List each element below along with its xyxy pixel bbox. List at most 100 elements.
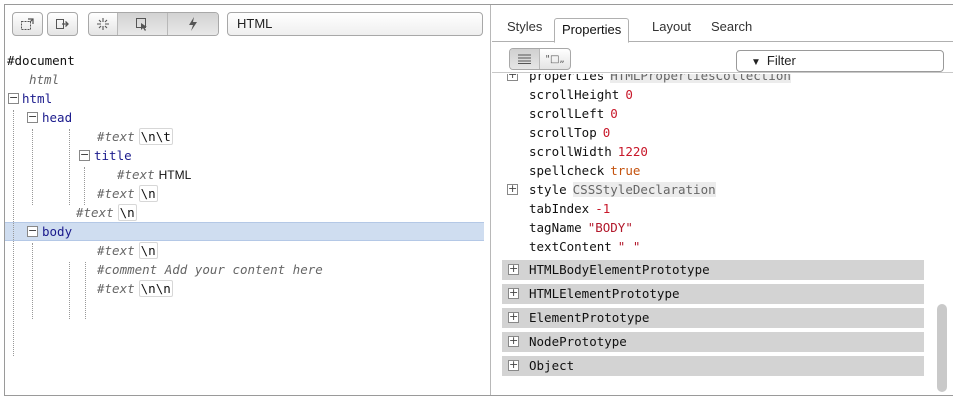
tab-layout[interactable]: Layout — [645, 16, 698, 42]
tree-node-text[interactable]: #text \n — [5, 184, 491, 203]
list-view-button[interactable] — [510, 49, 540, 69]
tree-guide-line — [32, 243, 33, 319]
expand-icon[interactable]: + — [507, 74, 518, 81]
web-inspector-window: HTML #document html − html − head #text \… — [4, 4, 953, 396]
property-row[interactable]: scrollLeft 0 — [492, 104, 932, 123]
property-name: scrollHeight — [529, 87, 620, 102]
tree-node-text[interactable]: #text \n\t — [5, 127, 491, 146]
property-row[interactable]: scrollTop 0 — [492, 123, 932, 142]
collapse-body-icon[interactable]: − — [27, 225, 38, 237]
expand-icon[interactable]: + — [508, 287, 519, 299]
tree-node-title[interactable]: − title — [5, 146, 491, 165]
tree-guide-line — [32, 129, 33, 205]
tree-node-text[interactable]: #text \n — [5, 241, 491, 260]
title-text-label: #text HTML — [117, 167, 192, 182]
prototype-row[interactable]: + NodePrototype — [502, 332, 924, 352]
view-mode-group: "□„ — [509, 48, 571, 70]
expand-icon[interactable]: + — [508, 359, 519, 371]
text-node-label: #text \n — [97, 185, 158, 202]
tree-node-body-selected[interactable]: − body — [5, 222, 484, 241]
property-name: properties — [529, 74, 605, 83]
tree-node-head[interactable]: − head — [5, 108, 491, 127]
tree-guide-line — [13, 110, 14, 356]
property-row[interactable]: + properties HTMLPropertiesCollection — [492, 74, 932, 85]
toolbar-divider — [5, 44, 491, 45]
title-text-value: HTML — [158, 168, 192, 182]
body-tag-label: body — [42, 224, 73, 239]
collapse-title-icon[interactable]: − — [79, 149, 90, 161]
property-row[interactable]: scrollWidth 1220 — [492, 142, 932, 161]
export-button[interactable] — [47, 12, 78, 36]
tree-node-text[interactable]: #text \n — [5, 203, 491, 222]
prototype-name: Object — [529, 358, 575, 373]
inspect-tool-group — [88, 12, 219, 36]
scrollbar-thumb[interactable] — [937, 304, 947, 392]
expand-icon[interactable]: + — [508, 263, 519, 275]
property-value: 1220 — [617, 144, 648, 159]
tab-search[interactable]: Search — [704, 16, 759, 42]
pointer-icon — [136, 17, 147, 31]
property-name: scrollLeft — [529, 106, 605, 121]
head-tag-label: head — [42, 110, 73, 125]
language-selector[interactable]: HTML — [227, 12, 483, 36]
property-row[interactable]: scrollHeight 0 — [492, 85, 932, 104]
property-row[interactable]: tagName "BODY" — [492, 218, 932, 237]
expand-icon[interactable]: + — [507, 183, 518, 195]
property-value: 0 — [610, 106, 618, 121]
property-row[interactable]: textContent " " — [492, 237, 932, 256]
doctype-label: html — [29, 72, 60, 87]
prototype-row[interactable]: + Object — [502, 356, 924, 376]
property-row[interactable]: tabIndex -1 — [492, 199, 932, 218]
expand-icon[interactable]: + — [508, 311, 519, 323]
text-node-value: \n — [138, 185, 158, 202]
properties-scrollbar[interactable] — [935, 74, 949, 395]
property-name: textContent — [529, 239, 612, 254]
property-row[interactable]: + style CSSStyleDeclaration — [492, 180, 932, 199]
property-value: HTMLPropertiesCollection — [610, 74, 791, 83]
text-node-value: \n\n — [138, 280, 173, 297]
dom-toolbar: HTML — [5, 5, 491, 43]
filter-input[interactable]: ▼ Filter — [736, 50, 944, 72]
pick-element-button[interactable] — [89, 13, 118, 35]
filter-funnel-icon: ▼ — [751, 57, 761, 68]
property-name: scrollTop — [529, 125, 597, 140]
expand-icon[interactable]: + — [508, 335, 519, 347]
property-value: 0 — [602, 125, 611, 140]
pointer-button[interactable] — [118, 13, 168, 35]
tree-node-title-text[interactable]: #text HTML — [5, 165, 491, 184]
tree-guide-line — [69, 262, 70, 319]
document-label: #document — [7, 53, 75, 68]
property-value: 0 — [625, 87, 633, 102]
prototype-row[interactable]: + HTMLBodyElementPrototype — [502, 260, 924, 280]
property-name: tagName — [529, 220, 582, 235]
tree-node-comment[interactable]: #comment Add your content here — [5, 260, 491, 279]
quote-view-button[interactable]: "□„ — [540, 49, 570, 69]
select-element-icon — [20, 18, 34, 30]
tree-node-text[interactable]: #text \n\n — [5, 279, 491, 298]
prototype-row[interactable]: + HTMLElementPrototype — [502, 284, 924, 304]
property-row[interactable]: spellcheck true — [492, 161, 932, 180]
prototype-name: HTMLElementPrototype — [529, 286, 680, 301]
lightning-button[interactable] — [168, 13, 218, 35]
tree-guide-line — [69, 129, 70, 205]
tab-styles[interactable]: Styles — [500, 16, 549, 42]
tree-guide-line — [85, 262, 86, 319]
collapse-html-icon[interactable]: − — [8, 92, 19, 104]
prototype-row[interactable]: + ElementPrototype — [502, 308, 924, 328]
tree-node-doctype[interactable]: html — [5, 70, 491, 89]
collapse-head-icon[interactable]: − — [27, 111, 38, 123]
property-value: CSSStyleDeclaration — [572, 182, 716, 197]
text-node-label: #text \n — [76, 204, 137, 221]
tree-node-html[interactable]: − html — [5, 89, 491, 108]
prototype-name: ElementPrototype — [529, 310, 650, 325]
text-node-value: \n — [117, 204, 137, 221]
details-pane: Styles Properties Layout Search "□„ ▼ Fil… — [492, 5, 953, 395]
filter-placeholder: Filter — [766, 53, 796, 68]
prototype-name: HTMLBodyElementPrototype — [529, 262, 710, 277]
text-node-label: #text \n — [97, 242, 158, 259]
select-element-button[interactable] — [12, 12, 43, 36]
tree-node-document[interactable]: #document — [5, 51, 491, 70]
property-name: spellcheck — [529, 163, 605, 178]
property-value: -1 — [595, 201, 611, 216]
tab-properties[interactable]: Properties — [554, 18, 630, 43]
